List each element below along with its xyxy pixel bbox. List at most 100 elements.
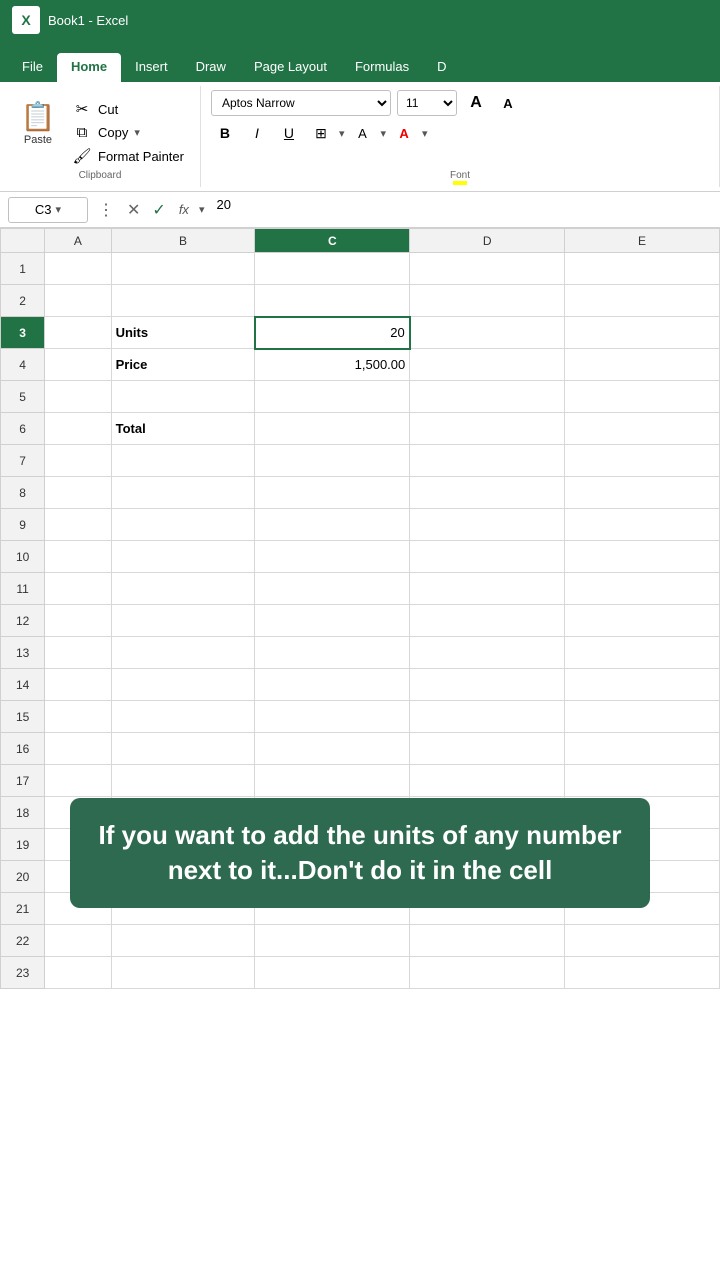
cell-C12[interactable] — [255, 605, 410, 637]
row-header-15[interactable]: 15 — [1, 701, 45, 733]
cell-E3[interactable] — [565, 317, 720, 349]
underline-button[interactable]: U — [275, 120, 303, 146]
cell-B11[interactable] — [111, 573, 255, 605]
font-grow-button[interactable]: A — [463, 90, 489, 116]
row-header-4[interactable]: 4 — [1, 349, 45, 381]
cell-A9[interactable] — [45, 509, 111, 541]
copy-button[interactable]: ⧉ Copy ▾ — [68, 122, 188, 143]
tab-file[interactable]: File — [8, 53, 57, 82]
row-header-3[interactable]: 3 — [1, 317, 45, 349]
col-header-a[interactable]: A — [45, 229, 111, 253]
col-header-b[interactable]: B — [111, 229, 255, 253]
formula-options-button[interactable]: ⋮ — [94, 200, 118, 220]
cell-reference-box[interactable]: C3 ▾ — [8, 197, 88, 223]
cell-E13[interactable] — [565, 637, 720, 669]
cell-B1[interactable] — [111, 253, 255, 285]
cell-E11[interactable] — [565, 573, 720, 605]
cell-D3[interactable] — [410, 317, 565, 349]
row-header-17[interactable]: 17 — [1, 765, 45, 797]
cell-A12[interactable] — [45, 605, 111, 637]
cell-B23[interactable] — [111, 957, 255, 989]
col-header-c[interactable]: C — [255, 229, 410, 253]
bold-button[interactable]: B — [211, 120, 239, 146]
cell-A8[interactable] — [45, 477, 111, 509]
cell-E9[interactable] — [565, 509, 720, 541]
cell-E23[interactable] — [565, 957, 720, 989]
paste-button[interactable]: 📋 Paste — [12, 94, 64, 150]
row-header-12[interactable]: 12 — [1, 605, 45, 637]
cell-C15[interactable] — [255, 701, 410, 733]
cut-button[interactable]: ✂ Cut — [68, 98, 188, 120]
cell-C13[interactable] — [255, 637, 410, 669]
cell-C7[interactable] — [255, 445, 410, 477]
cell-D7[interactable] — [410, 445, 565, 477]
cell-B7[interactable] — [111, 445, 255, 477]
cell-A5[interactable] — [45, 381, 111, 413]
row-header-18[interactable]: 18 — [1, 797, 45, 829]
cell-D8[interactable] — [410, 477, 565, 509]
row-header-8[interactable]: 8 — [1, 477, 45, 509]
cell-B22[interactable] — [111, 925, 255, 957]
font-name-select[interactable]: Aptos Narrow — [211, 90, 391, 116]
cell-B15[interactable] — [111, 701, 255, 733]
cell-A1[interactable] — [45, 253, 111, 285]
row-header-14[interactable]: 14 — [1, 669, 45, 701]
font-color-button[interactable]: A — [390, 120, 418, 146]
cell-A14[interactable] — [45, 669, 111, 701]
cell-B13[interactable] — [111, 637, 255, 669]
cell-C2[interactable] — [255, 285, 410, 317]
cell-E7[interactable] — [565, 445, 720, 477]
cell-B10[interactable] — [111, 541, 255, 573]
tab-insert[interactable]: Insert — [121, 53, 182, 82]
cell-B8[interactable] — [111, 477, 255, 509]
font-shrink-button[interactable]: A — [495, 90, 521, 116]
cell-E1[interactable] — [565, 253, 720, 285]
cell-D1[interactable] — [410, 253, 565, 285]
cell-D12[interactable] — [410, 605, 565, 637]
cell-B3[interactable]: Units — [111, 317, 255, 349]
row-header-6[interactable]: 6 — [1, 413, 45, 445]
formula-input[interactable]: 20 — [210, 197, 712, 223]
cell-A17[interactable] — [45, 765, 111, 797]
borders-button[interactable]: ⊞ — [307, 120, 335, 146]
cell-E4[interactable] — [565, 349, 720, 381]
cell-C11[interactable] — [255, 573, 410, 605]
cell-C4[interactable]: 1,500.00 — [255, 349, 410, 381]
cell-E5[interactable] — [565, 381, 720, 413]
cell-C3[interactable]: 20 — [255, 317, 410, 349]
tab-page-layout[interactable]: Page Layout — [240, 53, 341, 82]
cell-A7[interactable] — [45, 445, 111, 477]
cell-D23[interactable] — [410, 957, 565, 989]
row-header-22[interactable]: 22 — [1, 925, 45, 957]
cell-B17[interactable] — [111, 765, 255, 797]
tab-draw[interactable]: Draw — [182, 53, 240, 82]
cell-B12[interactable] — [111, 605, 255, 637]
cell-A22[interactable] — [45, 925, 111, 957]
cell-C9[interactable] — [255, 509, 410, 541]
cancel-formula-button[interactable]: ✕ — [124, 200, 143, 220]
cell-D6[interactable] — [410, 413, 565, 445]
cell-E14[interactable] — [565, 669, 720, 701]
row-header-7[interactable]: 7 — [1, 445, 45, 477]
cell-D15[interactable] — [410, 701, 565, 733]
cell-D13[interactable] — [410, 637, 565, 669]
cell-A16[interactable] — [45, 733, 111, 765]
cell-B5[interactable] — [111, 381, 255, 413]
cell-E10[interactable] — [565, 541, 720, 573]
cell-C1[interactable] — [255, 253, 410, 285]
cell-D9[interactable] — [410, 509, 565, 541]
highlight-color-button[interactable]: A — [349, 120, 377, 146]
cell-D17[interactable] — [410, 765, 565, 797]
cell-C22[interactable] — [255, 925, 410, 957]
cell-E22[interactable] — [565, 925, 720, 957]
col-header-d[interactable]: D — [410, 229, 565, 253]
cell-B9[interactable] — [111, 509, 255, 541]
row-header-1[interactable]: 1 — [1, 253, 45, 285]
cell-A4[interactable] — [45, 349, 111, 381]
cell-E16[interactable] — [565, 733, 720, 765]
cell-A23[interactable] — [45, 957, 111, 989]
cell-D2[interactable] — [410, 285, 565, 317]
cell-A11[interactable] — [45, 573, 111, 605]
cell-A10[interactable] — [45, 541, 111, 573]
cell-B6[interactable]: Total — [111, 413, 255, 445]
